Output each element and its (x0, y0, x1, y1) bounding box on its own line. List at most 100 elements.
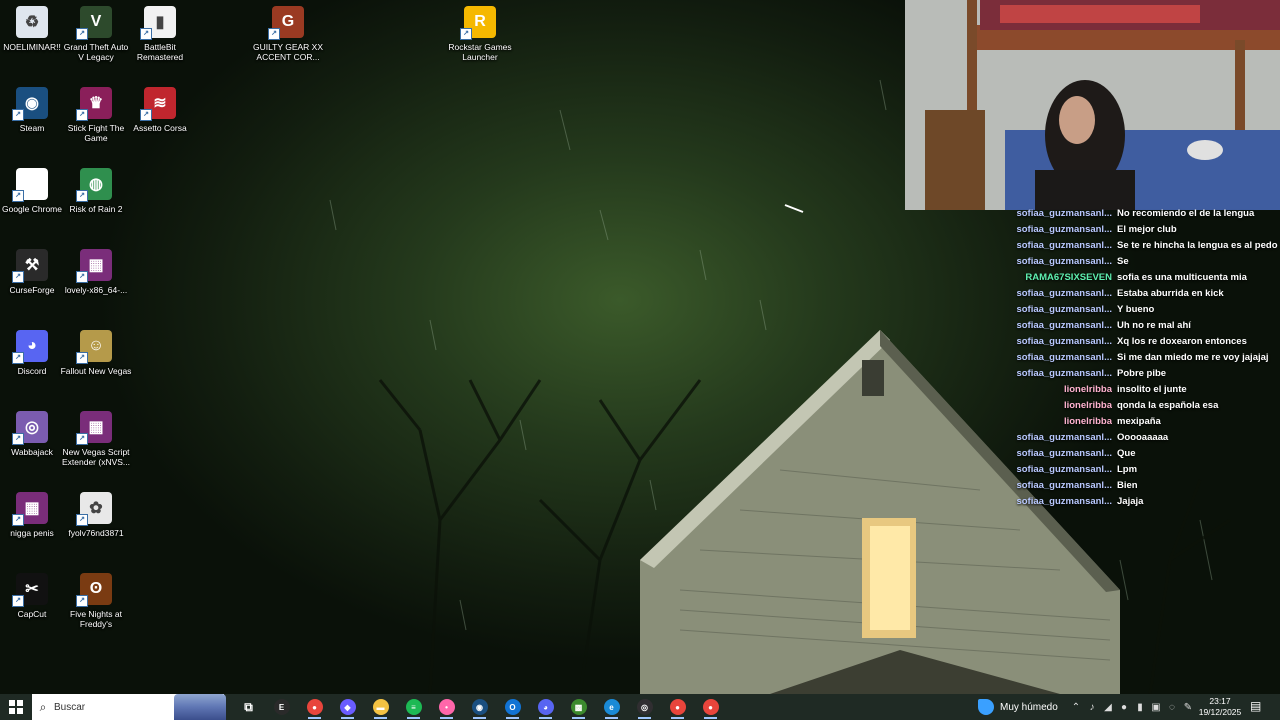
chat-text: qonda la española esa (1117, 400, 1219, 411)
chat-username: sofiaa_guzmansanl... (1016, 496, 1112, 507)
desktop-icon[interactable]: G ↗ GUILTY GEAR XX ACCENT COR... (253, 6, 323, 62)
chat-username: sofiaa_guzmansanl... (1016, 224, 1112, 235)
taskbar-app-button[interactable]: • (430, 694, 463, 720)
guilty-gear-icon: G ↗ (268, 6, 304, 40)
taskbar-app-button[interactable]: ◕ (529, 694, 562, 720)
chat-text: No recomiendo el de la lengua (1117, 208, 1255, 219)
chat-text: Lpm (1117, 464, 1138, 475)
desktop-icon[interactable]: ▦ ↗ nigga penis (0, 492, 64, 538)
chat-text: Estaba aburrida en kick (1117, 288, 1224, 299)
tray-app-icon[interactable]: ● (1116, 702, 1132, 713)
chat-message: sofiaa_guzmansanl... Si me dan miedo me r… (1005, 350, 1280, 366)
taskbar-clock[interactable]: 23:17 19/12/2025 (1196, 696, 1244, 718)
microphone-icon[interactable]: ▮ (1132, 702, 1148, 713)
steam-icon: ◉ (471, 699, 488, 715)
volume-icon[interactable]: ♪ (1084, 702, 1100, 713)
chevron-up-icon[interactable]: ⌃ (1068, 702, 1084, 713)
weather-widget[interactable]: Muy húmedo (978, 694, 1058, 720)
edge-icon: e (603, 699, 620, 715)
discord-icon: ◕ ↗ (12, 330, 48, 364)
taskbar-app-button[interactable]: ● (661, 694, 694, 720)
desktop-icon-label: fyolv76nd3871 (68, 528, 124, 538)
shortcut-arrow-icon: ↗ (140, 109, 152, 121)
taskbar-app-button[interactable]: ▩ (562, 694, 595, 720)
desktop-icon-label: Risk of Rain 2 (69, 204, 123, 214)
copilot-icon: ◆ (339, 699, 356, 715)
desktop-icon-label: Rockstar Games Launcher (448, 42, 512, 62)
chat-username: sofiaa_guzmansanl... (1016, 320, 1112, 331)
taskbar-search[interactable]: ⌕ Buscar (32, 694, 226, 720)
desktop-icon[interactable]: ↗ Google Chrome (0, 168, 64, 214)
chat-username: RAMA67SIXSEVEN (1025, 272, 1112, 283)
desktop-icon[interactable]: ☺ ↗ Fallout New Vegas (61, 330, 131, 376)
chat-username: sofiaa_guzmansanl... (1016, 208, 1112, 219)
taskbar-app-button[interactable]: ▬ (364, 694, 397, 720)
desktop-icon[interactable]: ▦ ↗ New Vegas Script Extender (xNVS... (62, 411, 130, 467)
chrome-profile-icon: ● (669, 699, 686, 715)
desktop-icon[interactable]: ≋ ↗ Assetto Corsa (128, 87, 192, 133)
chat-message: sofiaa_guzmansanl... Y bueno (1005, 302, 1280, 318)
taskbar-app-button[interactable]: ● (298, 694, 331, 720)
desktop-icon-label: Grand Theft Auto V Legacy (63, 42, 129, 62)
chat-username: sofiaa_guzmansanl... (1016, 464, 1112, 475)
shortcut-arrow-icon: ↗ (76, 352, 88, 364)
chat-username: sofiaa_guzmansanl... (1016, 368, 1112, 379)
chat-username: sofiaa_guzmansanl... (1016, 480, 1112, 491)
desktop-icon[interactable]: ✂ ↗ CapCut (0, 573, 64, 619)
chat-message: sofiaa_guzmansanl... El mejor club (1005, 222, 1280, 238)
chrome-icon: ● (306, 699, 323, 715)
tray-app-2-icon[interactable]: ◌ (1164, 702, 1180, 713)
desktop-icon-label: NOELIMINAR!! (3, 42, 61, 52)
shortcut-arrow-icon: ↗ (12, 190, 24, 202)
taskbar-app-button[interactable]: ◉ (463, 694, 496, 720)
taskbar-app-button[interactable]: ⧉ (232, 694, 265, 720)
windows-logo-icon (9, 700, 23, 714)
winrar-icon: ▦ ↗ (76, 249, 112, 283)
desktop-icon[interactable]: ʘ ↗ Five Nights at Freddy's (64, 573, 128, 629)
taskbar-app-button[interactable]: O (496, 694, 529, 720)
desktop-icon[interactable]: ✿ ↗ fyolv76nd3871 (64, 492, 128, 538)
display-icon[interactable]: ▣ (1148, 702, 1164, 713)
taskbar-app-button[interactable]: E (265, 694, 298, 720)
chat-text: Uh no re mal ahí (1117, 320, 1191, 331)
discord-icon: ◕ (537, 699, 554, 715)
desktop-icon-label: Discord (17, 366, 47, 376)
search-highlight-image (174, 694, 226, 720)
chat-text: mexipaña (1117, 416, 1161, 427)
steam-icon: ◉ ↗ (12, 87, 48, 121)
start-button[interactable] (0, 694, 32, 720)
curseforge-icon: ⚒ ↗ (12, 249, 48, 283)
pen-icon[interactable]: ✎ (1180, 702, 1196, 713)
network-icon[interactable]: ◢ (1100, 702, 1116, 713)
chat-username: lionelribba (1063, 400, 1112, 411)
desktop-icon[interactable]: ◍ ↗ Risk of Rain 2 (64, 168, 128, 214)
desktop-icon[interactable]: ◎ ↗ Wabbajack (0, 411, 64, 457)
desktop-icon[interactable]: ◉ ↗ Steam (0, 87, 64, 133)
desktop-icon[interactable]: ⚒ ↗ CurseForge (0, 249, 64, 295)
chat-username: lionelribba (1063, 416, 1112, 427)
desktop-icon[interactable]: V ↗ Grand Theft Auto V Legacy (64, 6, 128, 62)
desktop-icon-label: GUILTY GEAR XX ACCENT COR... (252, 42, 324, 62)
winrar-icon: ▦ ↗ (76, 411, 112, 445)
taskbar-app-button[interactable]: ◆ (331, 694, 364, 720)
desktop-icon[interactable]: ▮ ↗ BattleBit Remastered (128, 6, 192, 62)
taskbar-app-button[interactable]: ● (694, 694, 727, 720)
taskbar-app-button[interactable]: ◎ (628, 694, 661, 720)
desktop-icon[interactable]: R ↗ Rockstar Games Launcher (448, 6, 512, 62)
chat-username: sofiaa_guzmansanl... (1016, 352, 1112, 363)
desktop-icon-label: Fallout New Vegas (60, 366, 132, 376)
notification-icon[interactable]: ▤ (1250, 699, 1261, 713)
desktop-icon[interactable]: ♻ NOELIMINAR!! (0, 6, 64, 52)
desktop-icon[interactable]: ◕ ↗ Discord (0, 330, 64, 376)
chat-text: Que (1117, 448, 1136, 459)
chat-text: Xq los re doxearon entonces (1117, 336, 1247, 347)
chat-message: lionelribba qonda la española esa (1005, 398, 1280, 414)
battlebit-icon: ▮ ↗ (140, 6, 176, 40)
taskbar-app-button[interactable]: e (595, 694, 628, 720)
shortcut-arrow-icon: ↗ (76, 28, 88, 40)
desktop-icon[interactable]: ▦ ↗ lovely-x86_64-... (64, 249, 128, 295)
epic-games-icon: E (273, 699, 290, 715)
taskbar-app-button[interactable]: ≡ (397, 694, 430, 720)
desktop-icon[interactable]: ♛ ↗ Stick Fight The Game (64, 87, 128, 143)
chat-text: El mejor club (1117, 224, 1177, 235)
